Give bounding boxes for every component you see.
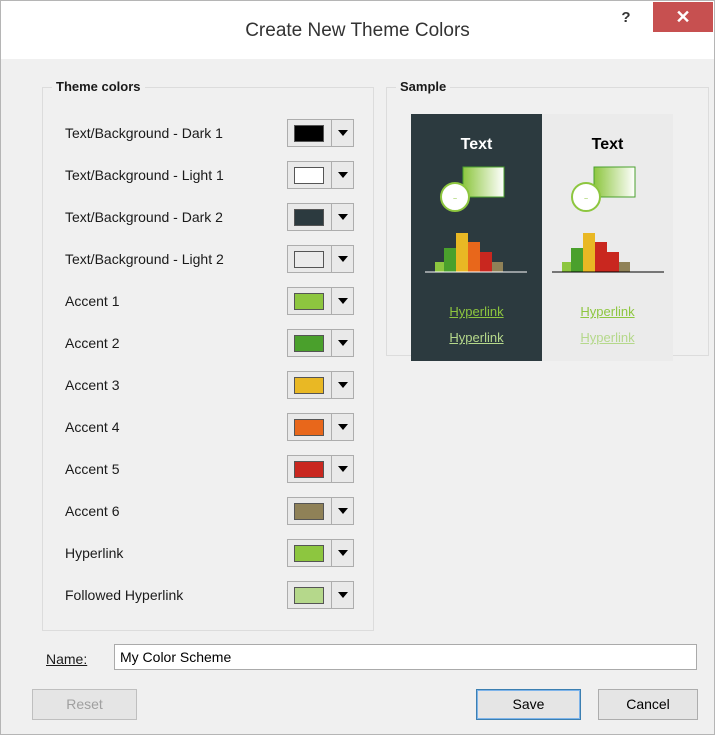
theme-colors-legend: Theme colors (52, 79, 145, 94)
theme-color-label: Accent 3 (65, 377, 120, 393)
color-picker-dropdown[interactable] (287, 455, 354, 483)
color-swatch (294, 377, 324, 394)
color-swatch (294, 125, 324, 142)
theme-color-row: Accent 4 (43, 409, 373, 445)
color-picker-dropdown[interactable] (287, 287, 354, 315)
sample-light-preview: Text ~ Hyperlink Hyperlink (542, 114, 673, 361)
svg-text:~: ~ (453, 196, 457, 203)
theme-color-label: Text/Background - Light 1 (65, 167, 224, 183)
sample-text-dark: Text (460, 136, 493, 153)
chevron-down-icon (338, 256, 348, 262)
theme-color-row: Accent 5 (43, 451, 373, 487)
chevron-down-icon (338, 466, 348, 472)
sample-hyperlink-light: Hyperlink (580, 304, 635, 319)
chevron-down-icon (338, 340, 348, 346)
color-swatch (294, 251, 324, 268)
theme-color-label: Text/Background - Dark 2 (65, 209, 223, 225)
picker-divider (331, 162, 332, 188)
sample-text-light: Text (591, 136, 624, 153)
theme-color-row: Hyperlink (43, 535, 373, 571)
theme-color-row: Accent 1 (43, 283, 373, 319)
chevron-down-icon (338, 382, 348, 388)
reset-button[interactable]: Reset (32, 689, 137, 720)
color-picker-dropdown[interactable] (287, 329, 354, 357)
theme-color-row: Text/Background - Dark 1 (43, 115, 373, 151)
color-swatch (294, 419, 324, 436)
chevron-down-icon (338, 172, 348, 178)
name-label: Name: (46, 651, 88, 667)
chevron-down-icon (338, 424, 348, 430)
picker-divider (331, 414, 332, 440)
color-swatch (294, 293, 324, 310)
theme-color-row: Text/Background - Light 1 (43, 157, 373, 193)
sample-shapes-light-icon: ~ (552, 166, 664, 273)
picker-divider (331, 456, 332, 482)
sample-hyperlink-dark: Hyperlink (449, 304, 504, 319)
theme-color-label: Accent 5 (65, 461, 120, 477)
theme-colors-group: Theme colors Text/Background - Dark 1 Tex… (42, 79, 374, 631)
color-picker-dropdown[interactable] (287, 245, 354, 273)
theme-color-row: Text/Background - Dark 2 (43, 199, 373, 235)
color-swatch (294, 209, 324, 226)
theme-color-label: Hyperlink (65, 545, 124, 561)
chevron-down-icon (338, 130, 348, 136)
theme-color-label: Followed Hyperlink (65, 587, 184, 603)
color-picker-dropdown[interactable] (287, 539, 354, 567)
create-new-theme-colors-dialog: Create New Theme Colors ? ✕ Theme colors… (0, 0, 715, 735)
dialog-title: Create New Theme Colors (245, 20, 470, 41)
theme-color-label: Accent 6 (65, 503, 120, 519)
color-swatch (294, 167, 324, 184)
theme-color-row: Accent 3 (43, 367, 373, 403)
close-button[interactable]: ✕ (653, 2, 713, 32)
theme-color-label: Accent 2 (65, 335, 120, 351)
color-picker-dropdown[interactable] (287, 413, 354, 441)
name-input[interactable] (114, 644, 697, 670)
chevron-down-icon (338, 214, 348, 220)
color-picker-dropdown[interactable] (287, 581, 354, 609)
help-button[interactable]: ? (615, 9, 637, 29)
title-bar: Create New Theme Colors ? ✕ (1, 1, 714, 59)
dialog-content: Theme colors Text/Background - Dark 1 Tex… (18, 59, 709, 734)
sample-legend: Sample (396, 79, 451, 94)
picker-divider (331, 582, 332, 608)
picker-divider (331, 372, 332, 398)
chevron-down-icon (338, 550, 348, 556)
color-picker-dropdown[interactable] (287, 161, 354, 189)
color-picker-dropdown[interactable] (287, 119, 354, 147)
theme-color-row: Accent 6 (43, 493, 373, 529)
picker-divider (331, 246, 332, 272)
sample-followed-hyperlink-light: Hyperlink (580, 330, 635, 345)
picker-divider (331, 120, 332, 146)
sample-group: Sample Text ~ Hyperlink Hyperlink Text ~… (386, 79, 709, 361)
picker-divider (331, 204, 332, 230)
color-swatch (294, 503, 324, 520)
sample-dark-preview: Text ~ Hyperlink Hyperlink (411, 114, 542, 361)
cancel-button[interactable]: Cancel (598, 689, 698, 720)
chevron-down-icon (338, 298, 348, 304)
theme-color-label: Text/Background - Dark 1 (65, 125, 223, 141)
color-swatch (294, 461, 324, 478)
color-picker-dropdown[interactable] (287, 497, 354, 525)
theme-color-label: Accent 4 (65, 419, 120, 435)
color-swatch (294, 335, 324, 352)
picker-divider (331, 540, 332, 566)
chevron-down-icon (338, 592, 348, 598)
theme-color-label: Text/Background - Light 2 (65, 251, 224, 267)
theme-color-row: Accent 2 (43, 325, 373, 361)
svg-text:~: ~ (584, 196, 588, 203)
color-picker-dropdown[interactable] (287, 203, 354, 231)
color-swatch (294, 545, 324, 562)
chevron-down-icon (338, 508, 348, 514)
theme-color-label: Accent 1 (65, 293, 120, 309)
theme-color-row: Text/Background - Light 2 (43, 241, 373, 277)
color-picker-dropdown[interactable] (287, 371, 354, 399)
theme-color-row: Followed Hyperlink (43, 577, 373, 613)
picker-divider (331, 498, 332, 524)
color-swatch (294, 587, 324, 604)
sample-followed-hyperlink-dark: Hyperlink (449, 330, 504, 345)
picker-divider (331, 330, 332, 356)
save-button[interactable]: Save (476, 689, 581, 720)
sample-shapes-dark-icon: ~ (425, 166, 527, 273)
picker-divider (331, 288, 332, 314)
